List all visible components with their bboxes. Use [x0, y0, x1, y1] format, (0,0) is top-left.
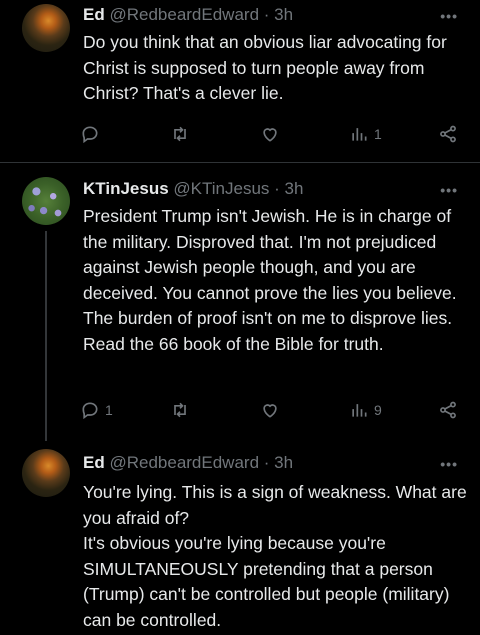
- action-bar: 1: [80, 122, 465, 146]
- views-button[interactable]: 9: [349, 398, 382, 422]
- tweet-text: President Trump isn't Jewish. He is in c…: [83, 204, 468, 357]
- tweet-header: Ed @RedbeardEdward · 3h: [83, 453, 293, 473]
- author-handle[interactable]: @RedbeardEdward: [109, 5, 259, 24]
- avatar[interactable]: [22, 4, 70, 52]
- tweet-header: KTinJesus @KTinJesus · 3h: [83, 179, 303, 199]
- author-name[interactable]: Ed: [83, 5, 105, 24]
- repost-icon: [174, 402, 186, 418]
- thread-line: [45, 231, 47, 441]
- repost-button[interactable]: [170, 398, 190, 422]
- tweet-3[interactable]: Ed @RedbeardEdward · 3h ••• You're lying…: [0, 445, 480, 635]
- avatar[interactable]: [22, 449, 70, 497]
- views-icon: [352, 128, 367, 141]
- tweet-1[interactable]: Ed @RedbeardEdward · 3h ••• Do you think…: [0, 0, 480, 162]
- more-options-button[interactable]: •••: [440, 456, 458, 472]
- tweet-text: Do you think that an obvious liar advoca…: [83, 30, 468, 107]
- action-bar: 1 9: [80, 398, 465, 422]
- tweet-paragraph: President Trump isn't Jewish. He is in c…: [83, 206, 457, 354]
- avatar[interactable]: [22, 177, 70, 225]
- views-icon: [352, 404, 367, 417]
- tweet-paragraph: It's obvious you're lying because you're…: [83, 533, 450, 630]
- share-button[interactable]: [438, 122, 458, 146]
- reply-button[interactable]: [80, 122, 105, 146]
- tweet-paragraph: Do you think that an obvious liar advoca…: [83, 32, 447, 103]
- more-options-button[interactable]: •••: [440, 8, 458, 24]
- timestamp[interactable]: · 3h: [264, 5, 293, 24]
- reply-button[interactable]: 1: [80, 398, 113, 422]
- tweet-paragraph: You're lying. This is a sign of weakness…: [83, 482, 467, 528]
- tweet-text: You're lying. This is a sign of weakness…: [83, 480, 468, 633]
- like-button[interactable]: [260, 122, 280, 146]
- author-name[interactable]: KTinJesus: [83, 179, 169, 198]
- author-handle[interactable]: @KTinJesus: [173, 179, 269, 198]
- timestamp[interactable]: · 3h: [264, 453, 293, 472]
- repost-button[interactable]: [170, 122, 190, 146]
- like-button[interactable]: [260, 398, 280, 422]
- reply-icon: [82, 402, 98, 420]
- views-count: 9: [374, 402, 382, 418]
- share-icon: [440, 125, 456, 143]
- repost-icon: [174, 126, 186, 142]
- views-count: 1: [374, 126, 382, 142]
- like-icon: [263, 404, 277, 418]
- views-button[interactable]: 1: [349, 122, 382, 146]
- reply-icon: [82, 126, 98, 144]
- tweet-header: Ed @RedbeardEdward · 3h: [83, 5, 293, 25]
- share-icon: [440, 401, 456, 419]
- timestamp[interactable]: · 3h: [274, 179, 303, 198]
- reply-count: 1: [105, 402, 113, 418]
- share-button[interactable]: [438, 398, 458, 422]
- more-options-button[interactable]: •••: [440, 182, 458, 198]
- like-icon: [263, 128, 277, 142]
- author-handle[interactable]: @RedbeardEdward: [109, 453, 259, 472]
- author-name[interactable]: Ed: [83, 453, 105, 472]
- tweet-2[interactable]: KTinJesus @KTinJesus · 3h ••• President …: [0, 163, 480, 445]
